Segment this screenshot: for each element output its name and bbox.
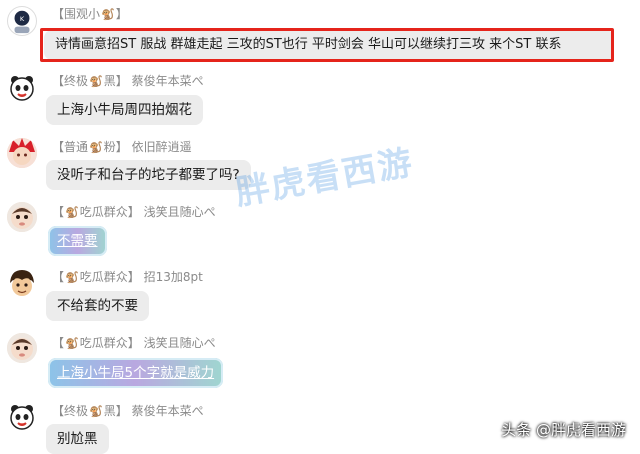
monkey-icon: 🐒 bbox=[65, 337, 79, 350]
avatar[interactable] bbox=[7, 402, 37, 432]
sender-name: 招13加8pt bbox=[143, 270, 203, 284]
sender-meta: 【🐒吃瓜群众】 招13加8pt bbox=[52, 270, 203, 284]
sender-name: 浅笑且随心ぺ bbox=[143, 336, 216, 350]
monkey-icon: 🐒 bbox=[101, 8, 115, 21]
sender-name: 蔡俊年本菜ぺ bbox=[131, 404, 204, 418]
sender-name: 蔡俊年本菜ぺ bbox=[131, 74, 204, 88]
highlight-box bbox=[40, 28, 614, 62]
panda-avatar-icon bbox=[10, 76, 34, 101]
sender-meta: 【🐒吃瓜群众】 浅笑且随心ぺ bbox=[52, 336, 216, 350]
sender-meta: 【普通🐒粉】 依旧醉逍遥 bbox=[52, 140, 192, 154]
avatar-k-icon: K bbox=[8, 7, 36, 35]
message-bubble[interactable]: 别尬黑 bbox=[46, 424, 109, 454]
monkey-icon: 🐒 bbox=[89, 75, 103, 88]
sender-name: 依旧醉逍遥 bbox=[131, 140, 192, 154]
avatar[interactable]: K bbox=[7, 6, 37, 36]
sender-name: 浅笑且随心ぺ bbox=[143, 205, 216, 219]
sender-meta: 【终极🐒黑】 蔡俊年本菜ぺ bbox=[52, 74, 204, 88]
source-tag: 头条 @胖虎看西游 bbox=[501, 421, 626, 439]
avatar[interactable] bbox=[7, 138, 37, 168]
baby-avatar-icon bbox=[7, 333, 37, 363]
message-bubble[interactable]: 没听子和台子的坨子都要了吗? bbox=[46, 160, 251, 190]
watermark: 胖虎看西游 bbox=[232, 142, 417, 214]
monkey-icon: 🐒 bbox=[65, 271, 79, 284]
baby-avatar-icon bbox=[7, 202, 37, 232]
sender-meta: 【🐒吃瓜群众】 浅笑且随心ぺ bbox=[52, 205, 216, 219]
monkey-icon: 🐒 bbox=[89, 405, 103, 418]
message-bubble[interactable]: 不需要 bbox=[48, 226, 107, 256]
monkey-icon: 🐒 bbox=[65, 206, 79, 219]
message-bubble[interactable]: 上海小牛局周四拍烟花 bbox=[46, 95, 203, 125]
cartoon-boy-avatar-icon bbox=[7, 268, 37, 298]
avatar[interactable] bbox=[7, 333, 37, 363]
avatar[interactable] bbox=[7, 73, 37, 103]
message-bubble[interactable]: 不给套的不要 bbox=[46, 291, 149, 321]
avatar[interactable] bbox=[7, 202, 37, 232]
message-bubble[interactable]: 上海小牛局5个字就是威力 bbox=[48, 358, 224, 388]
panda-avatar-icon bbox=[10, 405, 34, 430]
red-hair-avatar-icon bbox=[7, 138, 37, 168]
sender-meta: 【终极🐒黑】 蔡俊年本菜ぺ bbox=[52, 404, 204, 418]
svg-text:K: K bbox=[20, 15, 25, 23]
sender-meta: 【围观小🐒】 bbox=[52, 7, 128, 21]
avatar[interactable] bbox=[7, 268, 37, 298]
monkey-icon: 🐒 bbox=[89, 141, 103, 154]
